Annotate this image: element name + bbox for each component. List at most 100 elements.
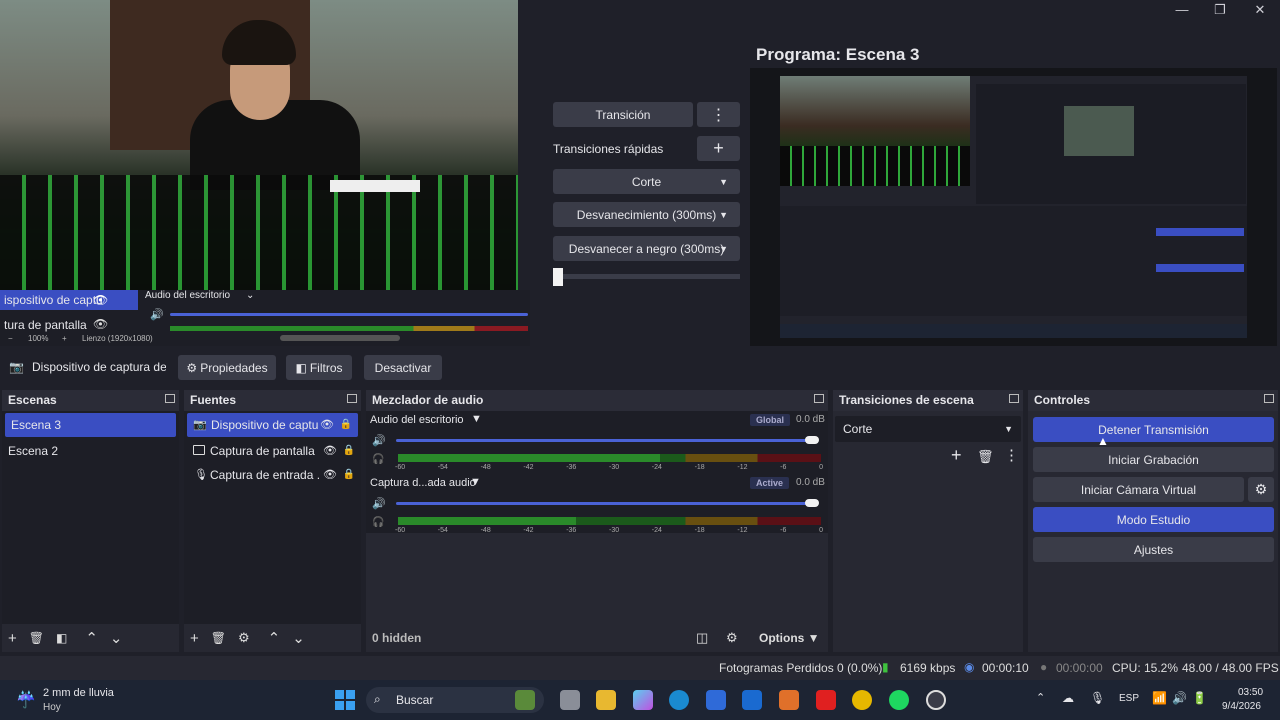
clock-time[interactable]: 03:50 bbox=[1238, 687, 1263, 698]
edge-icon[interactable] bbox=[669, 690, 689, 710]
headphones-icon[interactable]: 🎧 bbox=[372, 454, 384, 465]
battery-icon[interactable]: 🔋 bbox=[1192, 691, 1207, 705]
widgets-icon[interactable] bbox=[515, 690, 535, 710]
volume-slider-knob[interactable] bbox=[805, 499, 819, 507]
deactivate-button[interactable]: Desactivar bbox=[364, 355, 442, 380]
settings-button[interactable]: Ajustes bbox=[1033, 537, 1274, 562]
stop-stream-button[interactable]: Detener Transmisión bbox=[1033, 417, 1274, 442]
store-icon[interactable] bbox=[706, 690, 726, 710]
chevron-down-icon[interactable]: ▼ bbox=[470, 476, 481, 488]
gear-icon[interactable]: ⚙ bbox=[1248, 477, 1274, 502]
add-quick-transition-button[interactable]: + bbox=[697, 136, 740, 161]
start-recording-button[interactable]: Iniciar Grabación bbox=[1033, 447, 1274, 472]
preview-source-item[interactable]: ispositivo de captu bbox=[0, 290, 138, 310]
filter-icon[interactable]: ◧ bbox=[56, 631, 67, 645]
chrome-icon[interactable] bbox=[852, 690, 872, 710]
quick-transition-fade[interactable]: Desvanecimiento (300ms) ▼ bbox=[553, 202, 740, 227]
lock-icon[interactable]: 🔒 bbox=[340, 413, 352, 437]
source-item[interactable]: Captura de pantalla 👁 🔒 bbox=[184, 439, 361, 463]
headphones-icon[interactable]: 🎧 bbox=[372, 517, 384, 528]
volume-slider-knob[interactable] bbox=[805, 436, 819, 444]
add-icon[interactable]: + bbox=[8, 630, 17, 647]
chevron-up-icon[interactable]: ⌃ bbox=[1036, 691, 1045, 704]
gear-icon[interactable]: ⚙ bbox=[238, 630, 250, 646]
chevron-down-icon[interactable]: ⌄ bbox=[292, 629, 305, 647]
options-button[interactable]: Options ▼ bbox=[759, 631, 820, 645]
add-icon[interactable]: + bbox=[190, 630, 199, 647]
trash-icon[interactable]: 🗑 bbox=[29, 631, 44, 645]
source-item[interactable]: 📷 Dispositivo de captu 👁 🔒 bbox=[187, 413, 358, 437]
quick-transition-fade-black[interactable]: Desvanecer a negro (300ms) ▼ bbox=[553, 236, 740, 261]
close-button[interactable]: ✕ bbox=[1240, 0, 1280, 20]
maximize-button[interactable]: ❐ bbox=[1200, 0, 1240, 20]
scene-item[interactable]: Escena 2 bbox=[2, 439, 179, 463]
eye-icon[interactable]: 👁 bbox=[93, 293, 108, 307]
microphone-icon[interactable]: 🎙 bbox=[1090, 691, 1105, 705]
minimize-button[interactable]: — bbox=[1162, 0, 1202, 20]
layout-icon[interactable]: ◫ bbox=[696, 630, 708, 646]
tbar-handle[interactable] bbox=[553, 268, 563, 286]
chevron-up-icon[interactable]: ⌃ bbox=[85, 629, 98, 647]
lock-icon[interactable]: 🔒 bbox=[343, 463, 355, 487]
popout-icon[interactable] bbox=[814, 394, 824, 403]
popout-icon[interactable] bbox=[1264, 394, 1274, 403]
clock-date[interactable]: 9/4/2026 bbox=[1222, 701, 1261, 712]
chevron-up-icon[interactable]: ⌃ bbox=[268, 629, 281, 647]
popout-icon[interactable] bbox=[1009, 394, 1019, 403]
eye-icon[interactable]: 👁 bbox=[323, 463, 337, 487]
zoom-in-icon[interactable]: + bbox=[62, 334, 67, 343]
volume-slider[interactable] bbox=[170, 313, 528, 316]
tbar-slider[interactable] bbox=[553, 274, 740, 279]
copilot-icon[interactable] bbox=[633, 690, 653, 710]
language-indicator[interactable]: ESP bbox=[1119, 693, 1139, 704]
popout-icon[interactable] bbox=[347, 394, 357, 403]
advanced-audio-icon[interactable]: ⚙ bbox=[726, 630, 738, 646]
task-view-icon[interactable] bbox=[560, 690, 580, 710]
virtual-camera-button[interactable]: Iniciar Cámara Virtual bbox=[1033, 477, 1244, 502]
chevron-down-icon[interactable]: ⌄ bbox=[246, 290, 254, 301]
trash-icon[interactable]: 🗑 bbox=[977, 449, 994, 465]
start-icon[interactable] bbox=[335, 690, 355, 710]
wifi-icon[interactable]: 📶 bbox=[1152, 691, 1167, 705]
volume-slider[interactable] bbox=[396, 439, 816, 442]
speaker-icon[interactable]: 🔊 bbox=[150, 308, 164, 321]
weather-text[interactable]: 2 mm de lluvia bbox=[43, 687, 114, 699]
spotify-icon[interactable] bbox=[889, 690, 909, 710]
quick-transition-cut[interactable]: Corte ▼ bbox=[553, 169, 740, 194]
eye-icon[interactable]: 👁 bbox=[323, 439, 337, 463]
transition-select[interactable]: Corte ▼ bbox=[835, 416, 1021, 442]
youtube-icon[interactable] bbox=[816, 690, 836, 710]
filters-button[interactable]: ◧ Filtros bbox=[286, 355, 352, 380]
more-options-icon[interactable]: ⋮ bbox=[1004, 446, 1019, 464]
mail-icon[interactable] bbox=[742, 690, 762, 710]
preview-source-item[interactable]: tura de pantalla bbox=[4, 318, 87, 332]
meter-level-mask bbox=[575, 517, 821, 525]
eye-icon[interactable]: 👁 bbox=[320, 413, 334, 437]
volume-slider[interactable] bbox=[396, 502, 816, 505]
file-explorer-icon[interactable] bbox=[596, 690, 616, 710]
popout-icon[interactable] bbox=[165, 394, 175, 403]
obs-icon[interactable] bbox=[926, 690, 946, 710]
gear-icon: ⚙ bbox=[186, 360, 198, 375]
eye-icon[interactable]: 👁 bbox=[93, 317, 108, 331]
studio-mode-button[interactable]: Modo Estudio bbox=[1033, 507, 1274, 532]
chevron-down-icon[interactable]: ▼ bbox=[471, 413, 482, 425]
cloud-icon[interactable]: ☁ bbox=[1062, 691, 1074, 705]
properties-button[interactable]: ⚙ Propiedades bbox=[178, 355, 276, 380]
zoom-out-icon[interactable]: − bbox=[8, 334, 13, 343]
volume-icon[interactable]: 🔊 bbox=[1172, 691, 1187, 705]
speaker-icon[interactable]: 🔊 bbox=[372, 497, 386, 510]
zoom-level: 100% bbox=[28, 334, 49, 343]
add-icon[interactable]: + bbox=[951, 445, 962, 466]
speaker-icon[interactable]: 🔊 bbox=[372, 434, 386, 447]
more-options-icon[interactable]: ⋮ bbox=[697, 102, 740, 127]
chevron-down-icon[interactable]: ⌄ bbox=[110, 629, 123, 647]
scene-item[interactable]: Escena 3 bbox=[5, 413, 176, 437]
horizontal-scrollbar[interactable] bbox=[280, 335, 400, 341]
preview-video bbox=[0, 0, 518, 290]
trash-icon[interactable]: 🗑 bbox=[211, 631, 226, 645]
transition-button[interactable]: Transición bbox=[553, 102, 693, 127]
app-icon[interactable] bbox=[779, 690, 799, 710]
source-item[interactable]: 🎙 Captura de entrada . 👁 🔒 bbox=[184, 463, 361, 487]
lock-icon[interactable]: 🔒 bbox=[343, 439, 355, 463]
